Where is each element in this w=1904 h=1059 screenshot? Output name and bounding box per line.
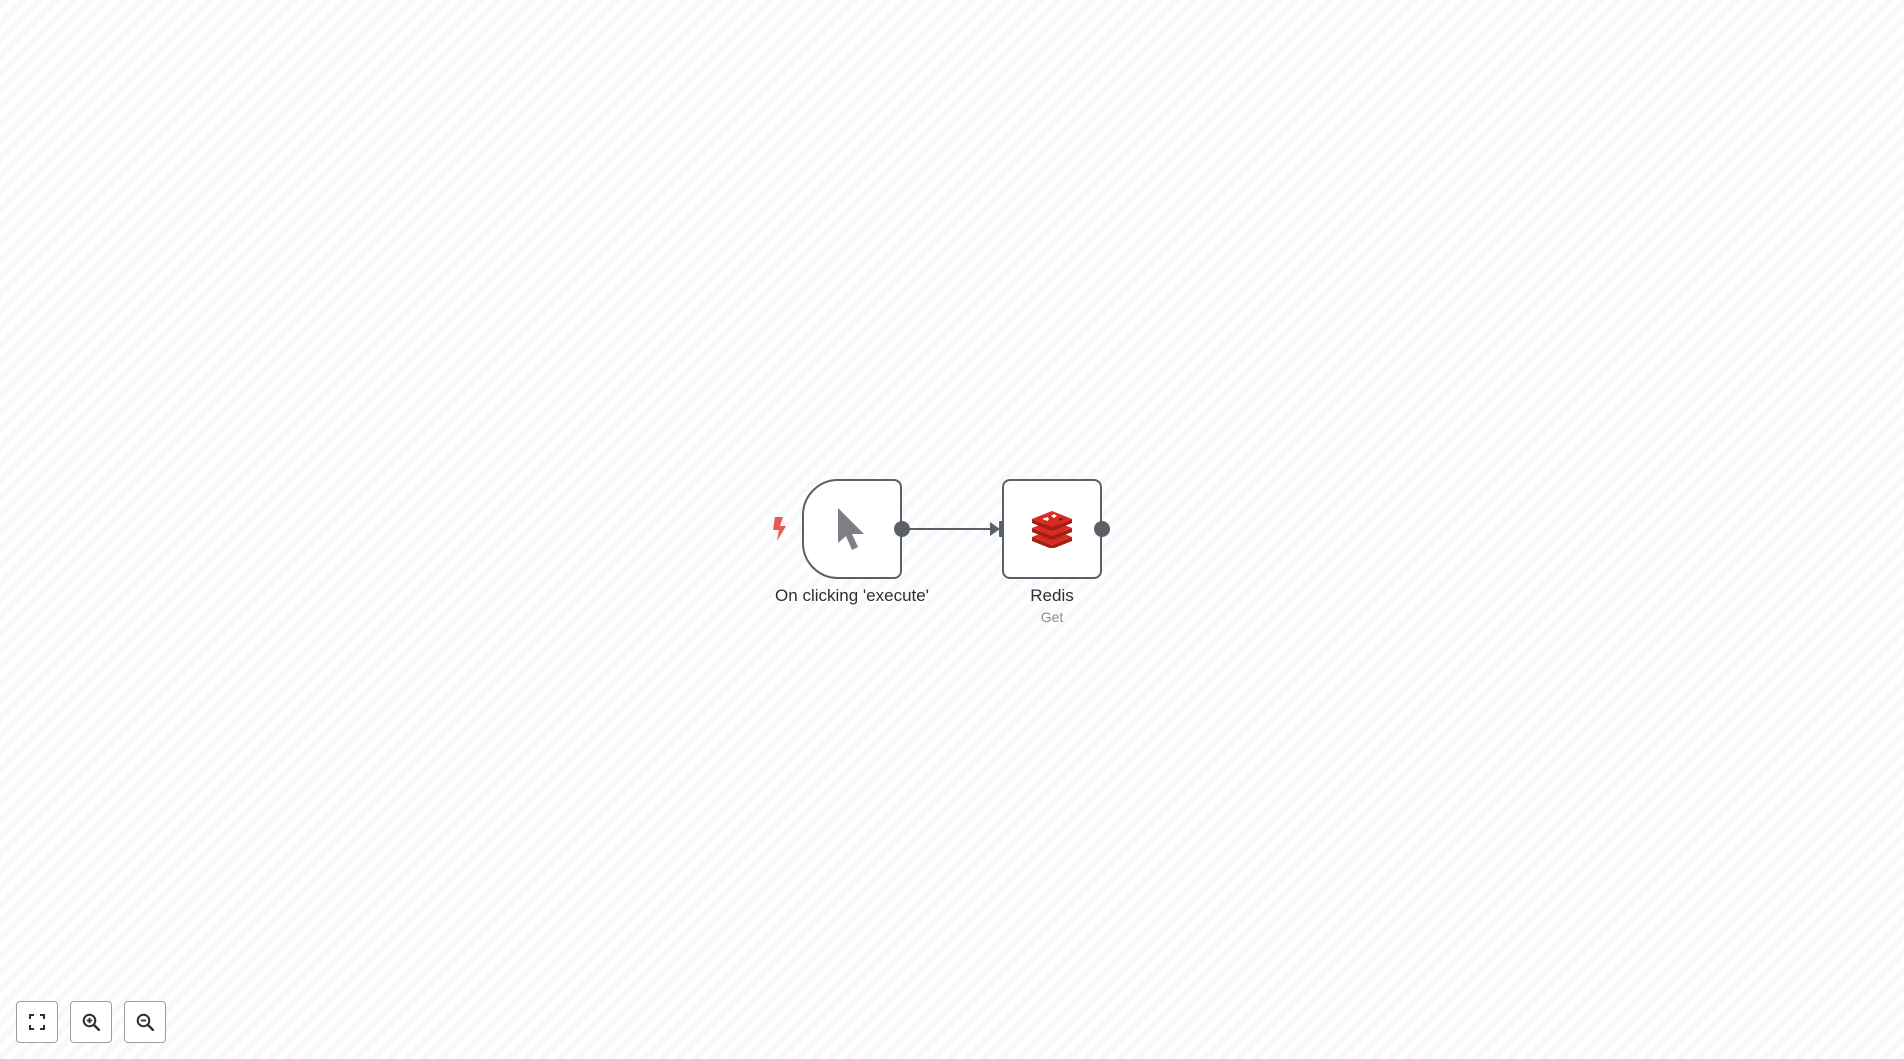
node-redis[interactable] [1002,479,1102,579]
zoom-in-icon [82,1013,100,1031]
fit-view-icon [29,1014,45,1030]
node-sublabel-redis: Get [1040,609,1064,625]
connection-edge[interactable] [0,0,1904,1059]
workflow-canvas[interactable]: On clicking 'execute' Redis Get [0,0,1904,1059]
zoom-out-button[interactable] [124,1001,166,1043]
trigger-output-handle[interactable] [894,521,910,537]
node-manual-trigger[interactable] [802,479,902,579]
lightning-bolt-icon [771,516,789,547]
redis-logo-icon [1030,510,1074,548]
node-label-manual-trigger: On clicking 'execute' [775,586,929,605]
fit-view-button[interactable] [16,1001,58,1043]
redis-output-handle[interactable] [1094,521,1110,537]
zoom-controls [16,1001,166,1043]
cursor-icon [836,507,868,551]
zoom-out-icon [136,1013,154,1031]
zoom-in-button[interactable] [70,1001,112,1043]
node-label-redis: Redis [1030,586,1074,605]
